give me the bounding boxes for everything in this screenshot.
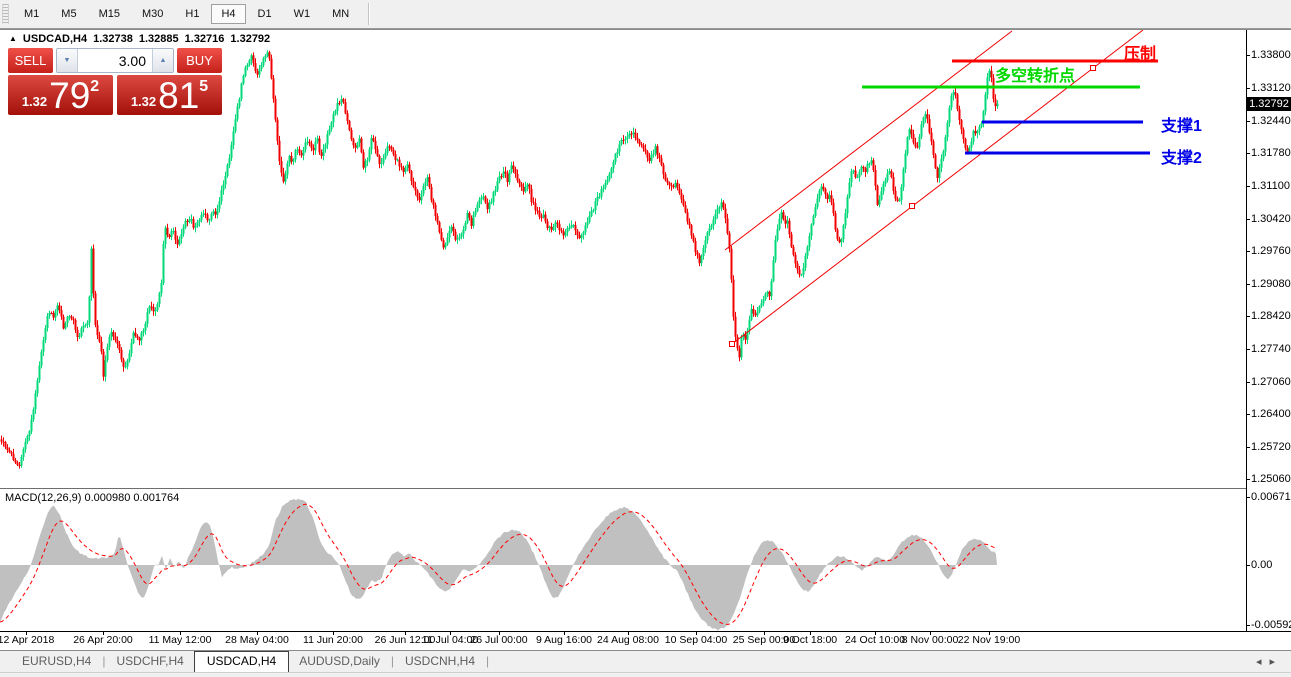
- ohlc-close: 1.32792: [230, 33, 270, 45]
- chart-symbol-title: USDCAD,H4: [23, 33, 87, 45]
- scroll-right-icon[interactable]: ▸: [1269, 656, 1283, 668]
- timeframe-m1[interactable]: M1: [14, 4, 49, 24]
- timeframe-d1[interactable]: D1: [248, 4, 282, 24]
- chart-header: ▲ USDCAD,H4 1.32738 1.32885 1.32716 1.32792: [9, 33, 276, 45]
- annotation-pivot-label[interactable]: 多空转折点: [995, 62, 1075, 86]
- chart-tab-list: EURUSD,H4 | USDCHF,H4USDCAD,H4AUDUSD,Daily…: [12, 650, 490, 672]
- ohlc-high: 1.32885: [139, 33, 179, 45]
- tab-eurusd-h4[interactable]: EURUSD,H4: [12, 651, 101, 672]
- buy-price-prefix: 1.32: [131, 94, 156, 109]
- ohlc-low: 1.32716: [185, 33, 225, 45]
- macd-indicator: [0, 499, 997, 631]
- tab-audusd-daily[interactable]: AUDUSD,Daily: [289, 651, 390, 672]
- toolbar-grip-icon[interactable]: [2, 4, 9, 24]
- one-click-trading-panel: SELL ▼ 3.00 ▲ BUY 1.32792 1.32815: [8, 48, 222, 115]
- collapse-icon[interactable]: ▲: [9, 34, 17, 43]
- sell-button[interactable]: SELL: [8, 48, 53, 73]
- annotation-support2-label[interactable]: 支撑2: [1161, 144, 1202, 168]
- buy-price-panel[interactable]: 1.32815: [117, 75, 222, 115]
- chart-tab-bar: EURUSD,H4 | USDCHF,H4USDCAD,H4AUDUSD,Daily…: [0, 650, 1291, 672]
- volume-input[interactable]: 3.00: [78, 49, 152, 72]
- up-arrow-icon: ▲: [160, 57, 167, 64]
- current-price-badge: 1.32792: [1247, 97, 1291, 111]
- channel-upper-trendline[interactable]: [725, 31, 1012, 250]
- volume-stepper: ▼ 3.00 ▲: [56, 48, 174, 73]
- tab-usdchf-h4[interactable]: USDCHF,H4: [106, 651, 193, 672]
- sell-price-big: 79: [49, 77, 90, 114]
- sell-price-pip: 2: [90, 78, 99, 96]
- tab-separator: |: [485, 654, 490, 672]
- annotation-resistance-label[interactable]: 压制: [1124, 40, 1156, 64]
- volume-decrease-button[interactable]: ▼: [57, 49, 78, 72]
- volume-increase-button[interactable]: ▲: [152, 49, 173, 72]
- tab-scroll-arrows: ◂▸: [1256, 655, 1283, 668]
- buy-price-big: 81: [158, 77, 199, 114]
- toolbar-separator: [368, 3, 369, 25]
- main-trendline[interactable]: [732, 30, 1143, 344]
- tab-usdcad-h4[interactable]: USDCAD,H4: [194, 651, 289, 673]
- timeframe-h4[interactable]: H4: [211, 4, 245, 24]
- buy-price-pip: 5: [199, 78, 208, 96]
- timeframe-button-list: M1M5M15M30H1H4D1W1MN: [13, 0, 360, 28]
- trendline-handle[interactable]: [1091, 66, 1096, 71]
- sell-price-panel[interactable]: 1.32792: [8, 75, 113, 115]
- timeframe-m5[interactable]: M5: [51, 4, 86, 24]
- trendline-handle[interactable]: [910, 204, 915, 209]
- timeframe-h1[interactable]: H1: [175, 4, 209, 24]
- drawing-objects[interactable]: [725, 30, 1158, 347]
- scroll-left-icon[interactable]: ◂: [1256, 656, 1270, 668]
- timeframe-toolbar: M1M5M15M30H1H4D1W1MN: [0, 0, 1291, 29]
- timeframe-mn[interactable]: MN: [322, 4, 359, 24]
- timeframe-w1[interactable]: W1: [284, 4, 321, 24]
- down-arrow-icon: ▼: [64, 57, 71, 64]
- timeframe-m15[interactable]: M15: [89, 4, 130, 24]
- timeframe-m30[interactable]: M30: [132, 4, 173, 24]
- ohlc-open: 1.32738: [93, 33, 133, 45]
- status-strip: [0, 672, 1291, 677]
- trendline-handle[interactable]: [730, 342, 735, 347]
- annotation-support1-label[interactable]: 支撑1: [1161, 112, 1202, 136]
- tab-usdcnh-h4[interactable]: USDCNH,H4: [395, 651, 485, 672]
- sell-price-prefix: 1.32: [22, 94, 47, 109]
- macd-indicator-label: MACD(12,26,9) 0.000980 0.001764: [5, 492, 179, 504]
- buy-button[interactable]: BUY: [177, 48, 222, 73]
